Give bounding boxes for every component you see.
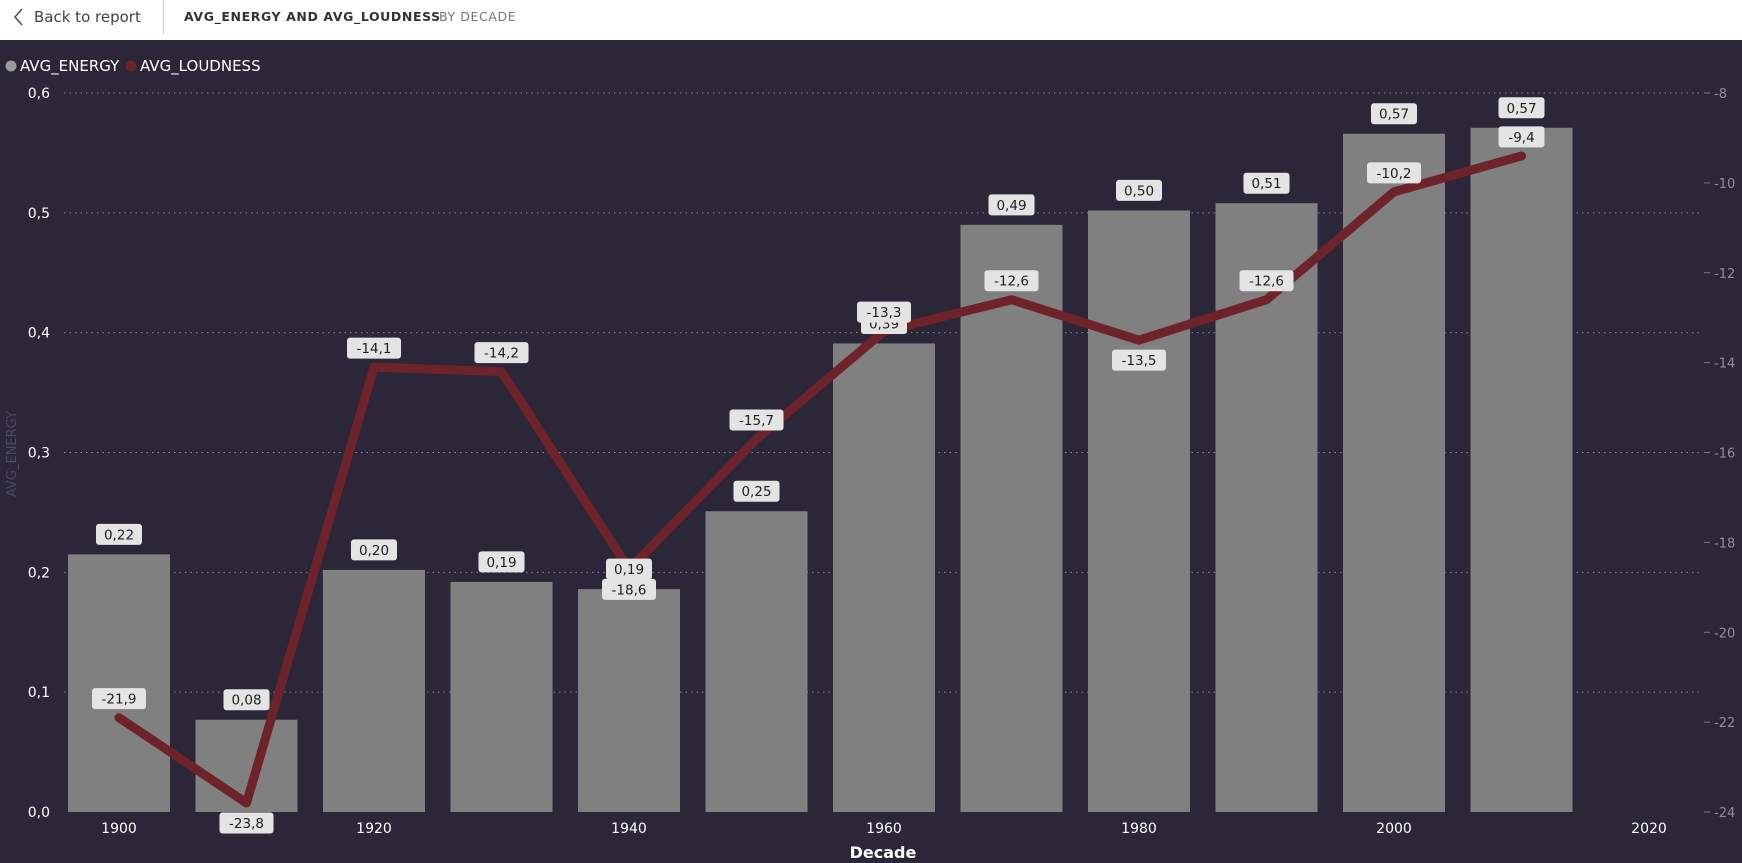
visual-subtitle: BY DECADE	[439, 9, 517, 24]
bar-data-label: 0,57	[1498, 97, 1545, 119]
legend-marker-avg-energy	[5, 60, 17, 72]
line-data-label: -14,1	[347, 337, 401, 359]
bar[interactable]	[1470, 127, 1573, 813]
bar-data-label: 0,57	[1371, 103, 1417, 125]
line-data-label: -10,2	[1367, 162, 1421, 184]
bar-data-label-text: 0,57	[1506, 101, 1536, 117]
line-data-label: -23,8	[219, 812, 274, 834]
x-tick-label: 2000	[1376, 821, 1412, 837]
bar[interactable]	[578, 589, 680, 812]
line-data-label: -13,3	[857, 301, 911, 323]
line-data-label: -14,2	[474, 342, 529, 364]
bar-data-label-text: 0,50	[1124, 183, 1154, 199]
back-to-report-button[interactable]: Back to report	[14, 0, 141, 33]
x-tick-label: 1940	[611, 821, 647, 837]
x-axis-title: Decade	[850, 843, 917, 862]
y-tick-label: 0,0	[28, 805, 50, 821]
line-data-labels: -21,9 -23,8 -14,1 -14,2 -18,6 -15,7 -13,3 -12,6…	[92, 126, 1545, 834]
x-tick-label: 1900	[101, 821, 137, 837]
line-data-label-text: -12,6	[1249, 274, 1284, 290]
bar[interactable]	[1088, 210, 1190, 813]
bar[interactable]	[450, 581, 553, 812]
line-data-label-text: -13,3	[867, 305, 902, 321]
line-data-label: -13,5	[1112, 349, 1166, 371]
bar-data-label: 0,25	[733, 480, 780, 502]
bar-data-label: 0,20	[351, 539, 397, 561]
bar-data-label-text: 0,25	[741, 484, 771, 500]
line-data-label-text: -18,6	[612, 582, 647, 598]
legend[interactable]: AVG_ENERGY AVG_LOUDNESS	[5, 57, 261, 76]
x-tick-label: 1980	[1121, 821, 1157, 837]
line-data-label: -15,7	[729, 409, 784, 431]
combo-chart: 0,220,080,200,19 0,190,250,390,490,50 0,51…	[5, 57, 1735, 862]
line-data-label-text: -23,8	[229, 816, 264, 832]
x-tick-label: 1920	[356, 821, 392, 837]
y-tick-label: 0,2	[28, 565, 50, 581]
bar-data-label: 0,50	[1116, 179, 1162, 201]
bar[interactable]	[68, 554, 170, 812]
line-data-label: -18,6	[602, 578, 656, 600]
line-data-label: -21,9	[92, 688, 146, 710]
bar-data-label: 0,19	[606, 558, 652, 580]
bar-data-label-text: 0,22	[104, 527, 134, 543]
bar-data-label: 0,22	[96, 523, 142, 545]
line-data-label: -12,6	[1239, 270, 1294, 292]
x-axis: 1900 1920 1940 1960 1980 2000 2020	[101, 821, 1667, 837]
legend-label-avg-energy[interactable]: AVG_ENERGY	[20, 57, 120, 76]
bar[interactable]	[833, 343, 935, 812]
x-tick-label: 1960	[866, 821, 902, 837]
header-divider	[163, 0, 164, 34]
y2-tick-label: -24	[1714, 806, 1735, 821]
line-data-label-text: -10,2	[1377, 166, 1412, 182]
y2-tick-label: -8	[1714, 87, 1727, 102]
line-data-label-text: -15,7	[739, 413, 774, 429]
y-axis-left: 0,0 0,1 0,2 0,3 0,4 0,5 0,6	[28, 86, 50, 821]
y2-tick-label: -10	[1714, 177, 1735, 192]
y-tick-label: 0,5	[28, 206, 50, 222]
bar-data-label-text: 0,57	[1379, 107, 1409, 123]
legend-label-avg-loudness[interactable]: AVG_LOUDNESS	[140, 57, 261, 76]
line-data-label: -9,4	[1498, 126, 1545, 148]
bar-data-labels: 0,220,080,200,19 0,190,250,390,490,50 0,51…	[96, 97, 1545, 711]
y2-tick-label: -20	[1714, 626, 1735, 641]
line-data-label-text: -14,2	[484, 346, 519, 362]
line-data-label-text: -9,4	[1508, 130, 1534, 146]
visual-title: AVG_ENERGY AND AVG_LOUDNESS	[184, 9, 441, 24]
back-to-report-label: Back to report	[34, 7, 141, 26]
bar-data-label: 0,08	[223, 689, 270, 711]
y-axis-title: AVG_ENERGY	[5, 411, 20, 497]
bar-data-label: 0,19	[478, 551, 525, 573]
y-tick-label: 0,3	[28, 446, 50, 462]
y2-tick-label: -14	[1714, 357, 1735, 372]
line-data-label-text: -13,5	[1122, 353, 1157, 369]
legend-marker-avg-loudness	[125, 60, 137, 72]
bar[interactable]	[323, 569, 425, 812]
bar-data-label-text: 0,19	[486, 555, 516, 571]
bar-data-label-text: 0,49	[996, 198, 1026, 214]
y2-tick-label: -16	[1714, 447, 1735, 462]
y2-tick-label: -12	[1714, 267, 1735, 282]
line-data-label-text: -14,1	[357, 341, 392, 357]
bar[interactable]	[1343, 133, 1445, 812]
bar-data-label-text: 0,19	[614, 562, 644, 578]
y-axis-right: -24 -22 -20 -18 -16 -14 -12 -10 -8	[1704, 87, 1735, 821]
y-tick-label: 0,4	[28, 326, 50, 342]
chevron-left-icon	[14, 7, 23, 26]
line-data-label-text: -12,6	[994, 274, 1029, 290]
y2-tick-label: -22	[1714, 716, 1735, 731]
bar-data-label: 0,51	[1243, 172, 1290, 194]
bar-data-label-text: 0,20	[359, 543, 389, 559]
bar[interactable]	[705, 511, 808, 812]
y-tick-label: 0,6	[28, 86, 50, 102]
y2-tick-label: -18	[1714, 536, 1735, 551]
bar-data-label-text: 0,51	[1251, 176, 1281, 192]
y-tick-label: 0,1	[28, 685, 50, 701]
line-data-label-text: -21,9	[102, 692, 137, 708]
x-tick-label: 2020	[1631, 821, 1667, 837]
line-data-label: -12,6	[984, 270, 1039, 292]
top-bar: Back to report AVG_ENERGY AND AVG_LOUDNE…	[0, 0, 1742, 40]
bar-data-label-text: 0,08	[231, 693, 261, 709]
bar-data-label: 0,49	[988, 194, 1035, 216]
